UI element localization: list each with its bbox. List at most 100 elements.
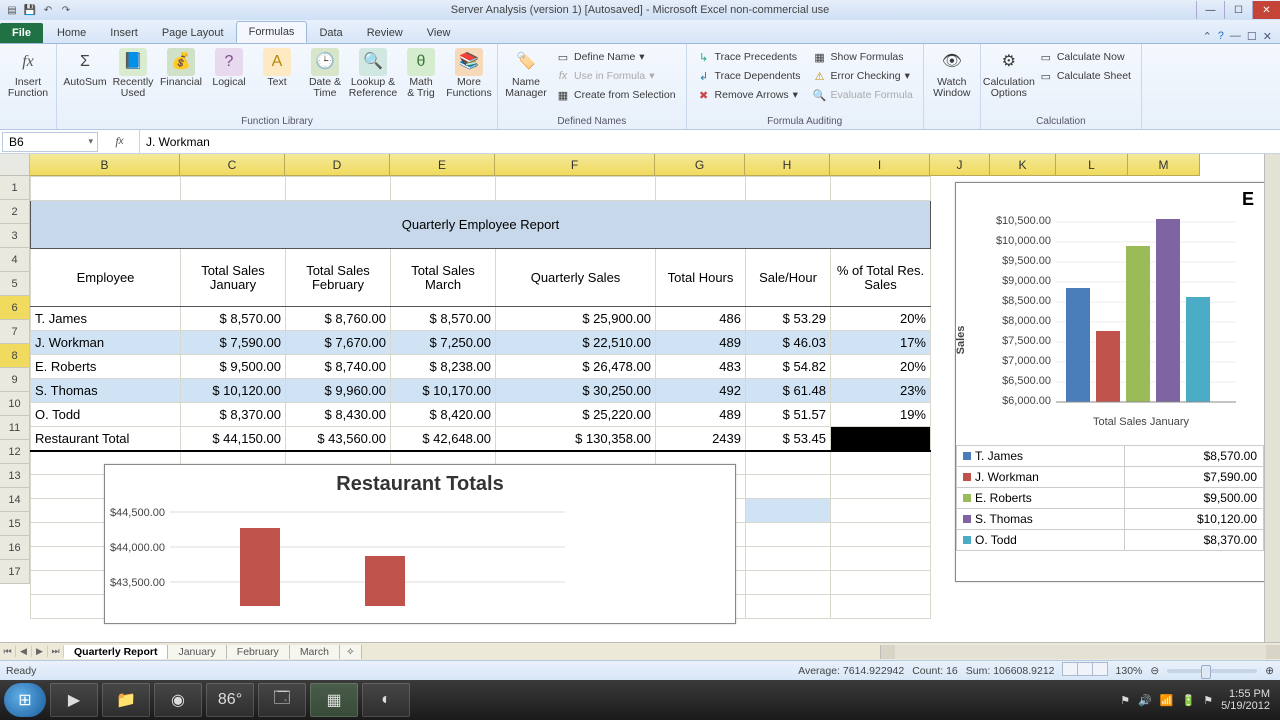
svg-text:$9,500.00: $9,500.00 [1002, 255, 1051, 267]
minimize-button[interactable]: — [1196, 1, 1224, 19]
sheet-tab-january[interactable]: January [168, 645, 226, 659]
maximize-button[interactable]: ☐ [1224, 1, 1252, 19]
taskbar-app1[interactable]: 🗔 [258, 683, 306, 717]
zoom-level[interactable]: 130% [1116, 665, 1143, 677]
chart-restaurant-totals[interactable]: Restaurant Totals $44,500.00 $44,000.00 … [104, 464, 736, 624]
name-manager-button[interactable]: 🏷️Name Manager [504, 46, 548, 115]
view-buttons[interactable] [1063, 662, 1108, 679]
zoom-out-icon[interactable]: ⊖ [1150, 665, 1159, 677]
help-icon[interactable]: ? [1218, 30, 1224, 43]
svg-text:$9,000.00: $9,000.00 [1002, 275, 1051, 287]
create-from-selection-button[interactable]: ▦Create from Selection [552, 86, 680, 104]
tray-flag-icon[interactable]: ⚑ [1120, 694, 1130, 707]
group-function-library: Function Library [63, 115, 491, 129]
tab-formulas[interactable]: Formulas [236, 21, 308, 43]
formula-bar: B6 fx J. Workman [0, 130, 1280, 154]
system-tray[interactable]: ⚑ 🔊 📶 🔋 ⚑ 1:55 PM 5/19/2012 [1120, 688, 1276, 712]
show-formulas-button[interactable]: ▦Show Formulas [809, 48, 917, 66]
tray-volume-icon[interactable]: 🔊 [1138, 694, 1152, 707]
window-min-icon[interactable]: — [1230, 30, 1241, 43]
new-sheet-button[interactable]: ✧ [340, 645, 362, 659]
formula-input[interactable]: J. Workman [140, 135, 1280, 149]
window-restore-icon[interactable]: ☐ [1247, 30, 1257, 43]
tab-page-layout[interactable]: Page Layout [150, 23, 236, 43]
svg-text:$8,000.00: $8,000.00 [1002, 315, 1051, 327]
tray-network-icon[interactable]: 📶 [1160, 694, 1174, 707]
autosum-button[interactable]: ΣAutoSum [63, 46, 107, 115]
chart-employee-sales[interactable]: E Sales $10,500.00$10,000.00$9,500.00$9,… [955, 182, 1265, 582]
svg-text:$10,500.00: $10,500.00 [996, 215, 1051, 227]
status-average: Average: 7614.922942 [798, 665, 904, 677]
calculate-now-button[interactable]: ▭Calculate Now [1035, 48, 1135, 66]
save-icon[interactable]: 💾 [22, 2, 38, 18]
svg-text:$44,500.00: $44,500.00 [110, 507, 165, 519]
sheet-tab-march[interactable]: March [290, 645, 340, 659]
calculate-sheet-button[interactable]: ▭Calculate Sheet [1035, 67, 1135, 85]
taskbar-app2[interactable]: ◐ [362, 683, 410, 717]
remove-arrows-button[interactable]: ✖Remove Arrows ▾ [693, 86, 805, 104]
zoom-slider[interactable] [1167, 669, 1257, 673]
tab-review[interactable]: Review [355, 23, 415, 43]
worksheet-grid[interactable]: BCDEFGHIJKLM 1234567891011121314151617 Q… [0, 154, 1280, 642]
trace-dependents-button[interactable]: ↲Trace Dependents [693, 67, 805, 85]
start-button[interactable]: ⊞ [4, 683, 46, 717]
taskbar-excel[interactable]: ▦ [310, 683, 358, 717]
evaluate-formula-button[interactable]: 🔍Evaluate Formula [809, 86, 917, 104]
svg-text:Sales: Sales [956, 326, 967, 355]
name-box[interactable]: B6 [2, 132, 98, 152]
tab-data[interactable]: Data [307, 23, 354, 43]
taskbar-chrome[interactable]: ◉ [154, 683, 202, 717]
tab-view[interactable]: View [415, 23, 463, 43]
redo-icon[interactable]: ↷ [58, 2, 74, 18]
chart1-plot: $44,500.00 $44,000.00 $43,500.00 [105, 498, 725, 608]
tray-battery-icon[interactable]: 🔋 [1181, 694, 1195, 707]
svg-text:$7,500.00: $7,500.00 [1002, 335, 1051, 347]
more-functions-button[interactable]: 📚More Functions [447, 46, 491, 115]
quick-access-toolbar: ▤ 💾 ↶ ↷ [0, 2, 78, 18]
window-close-icon[interactable]: ✕ [1263, 30, 1272, 43]
horizontal-scrollbar[interactable] [880, 645, 1280, 659]
taskbar-weather[interactable]: 86° [206, 683, 254, 717]
text-button[interactable]: AText [255, 46, 299, 115]
tab-insert[interactable]: Insert [98, 23, 150, 43]
zoom-in-icon[interactable]: ⊕ [1265, 665, 1274, 677]
date-time-button[interactable]: 🕒Date & Time [303, 46, 347, 115]
financial-button[interactable]: 💰Financial [159, 46, 203, 115]
tray-action-icon[interactable]: ⚑ [1203, 694, 1213, 707]
watch-window-button[interactable]: 👁Watch Window [930, 46, 974, 126]
undo-icon[interactable]: ↶ [40, 2, 56, 18]
trace-precedents-button[interactable]: ↳Trace Precedents [693, 48, 805, 66]
insert-function-button[interactable]: fxInsert Function [6, 46, 50, 126]
taskbar-media-player[interactable]: ▶ [50, 683, 98, 717]
file-tab[interactable]: File [0, 23, 43, 43]
sheet-tab-quarterly[interactable]: Quarterly Report [64, 645, 168, 659]
use-in-formula-button[interactable]: fxUse in Formula ▾ [552, 67, 680, 85]
column-headers[interactable]: BCDEFGHIJKLM [30, 154, 1200, 176]
define-name-button[interactable]: ▭Define Name ▾ [552, 48, 680, 66]
svg-text:$8,500.00: $8,500.00 [1002, 295, 1051, 307]
group-defined-names: Defined Names [504, 115, 680, 129]
lookup-button[interactable]: 🔍Lookup & Reference [351, 46, 395, 115]
math-trig-button[interactable]: θMath & Trig [399, 46, 443, 115]
tab-home[interactable]: Home [45, 23, 98, 43]
taskbar-explorer[interactable]: 📁 [102, 683, 150, 717]
calc-options-button[interactable]: ⚙Calculation Options [987, 46, 1031, 115]
fx-icon[interactable]: fx [100, 130, 140, 153]
select-all-corner[interactable] [0, 154, 30, 176]
excel-window: ▤ 💾 ↶ ↷ Server Analysis (version 1) [Aut… [0, 0, 1280, 680]
recently-used-button[interactable]: 📘Recently Used [111, 46, 155, 115]
chart2-plot: Sales $10,500.00$10,000.00$9,500.00$9,00… [956, 210, 1256, 440]
window-title: Server Analysis (version 1) [Autosaved] … [451, 4, 829, 16]
row-headers[interactable]: 1234567891011121314151617 [0, 176, 30, 584]
error-checking-button[interactable]: ⚠Error Checking ▾ [809, 67, 917, 85]
windows-taskbar: ⊞ ▶ 📁 ◉ 86° 🗔 ▦ ◐ ⚑ 🔊 📶 🔋 ⚑ 1:55 PM 5/19… [0, 680, 1280, 720]
sheet-nav[interactable]: ⏮◀▶⏭ [0, 646, 64, 657]
svg-text:Total Sales January: Total Sales January [1093, 416, 1189, 428]
logical-button[interactable]: ?Logical [207, 46, 251, 115]
group-formula-auditing: Formula Auditing [693, 115, 917, 129]
vertical-scrollbar[interactable] [1264, 154, 1280, 642]
close-button[interactable]: ✕ [1252, 1, 1280, 19]
taskbar-clock[interactable]: 1:55 PM 5/19/2012 [1221, 688, 1270, 712]
minimize-ribbon-icon[interactable]: ⌃ [1203, 30, 1212, 43]
sheet-tab-february[interactable]: February [227, 645, 290, 659]
